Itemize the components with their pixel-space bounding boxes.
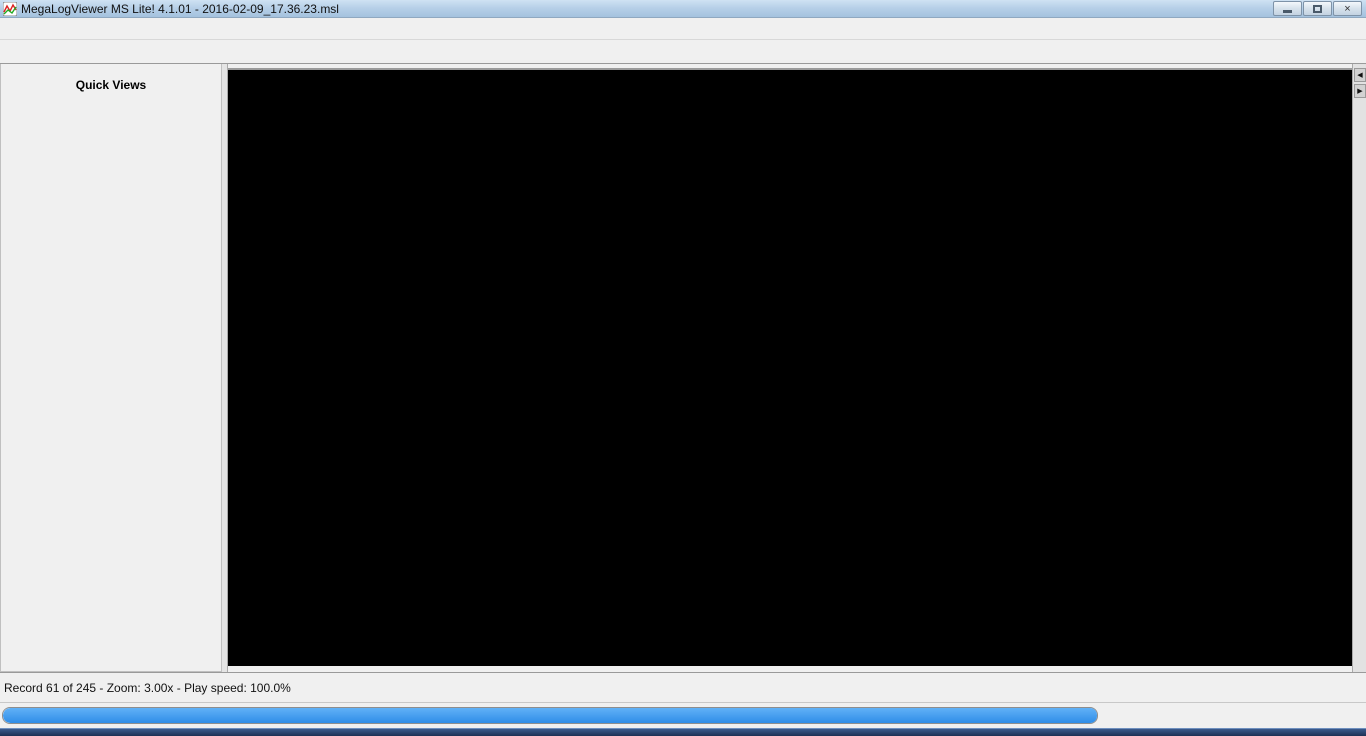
record-status-text: Record 61 of 245 - Zoom: 3.00x - Play sp…	[0, 681, 1363, 695]
quick-views-panel: Quick Views	[0, 64, 222, 672]
scroll-expand-icon[interactable]: ▶	[1354, 84, 1366, 98]
window-title: MegaLogViewer MS Lite! 4.1.01 - 2016-02-…	[21, 2, 339, 16]
app-icon	[3, 2, 17, 16]
vertical-scrollbar[interactable]: ◀ ▶	[1352, 64, 1366, 672]
playback-bar	[0, 702, 1366, 728]
menu-bar	[0, 19, 1366, 40]
maximize-button[interactable]	[1303, 1, 1332, 16]
close-button[interactable]: ×	[1333, 1, 1362, 16]
windows-taskbar[interactable]	[0, 728, 1366, 736]
title-bar[interactable]: MegaLogViewer MS Lite! 4.1.01 - 2016-02-…	[0, 0, 1366, 18]
minimize-button[interactable]	[1273, 1, 1302, 16]
plot-area	[228, 64, 1352, 672]
scroll-collapse-icon[interactable]: ◀	[1354, 68, 1366, 82]
tab-bar	[0, 40, 1366, 64]
playback-progress[interactable]	[2, 707, 1098, 724]
app-window: MegaLogViewer MS Lite! 4.1.01 - 2016-02-…	[0, 0, 1366, 736]
status-bar: Record 61 of 245 - Zoom: 3.00x - Play sp…	[0, 672, 1366, 702]
quick-views-title: Quick Views	[1, 78, 221, 92]
